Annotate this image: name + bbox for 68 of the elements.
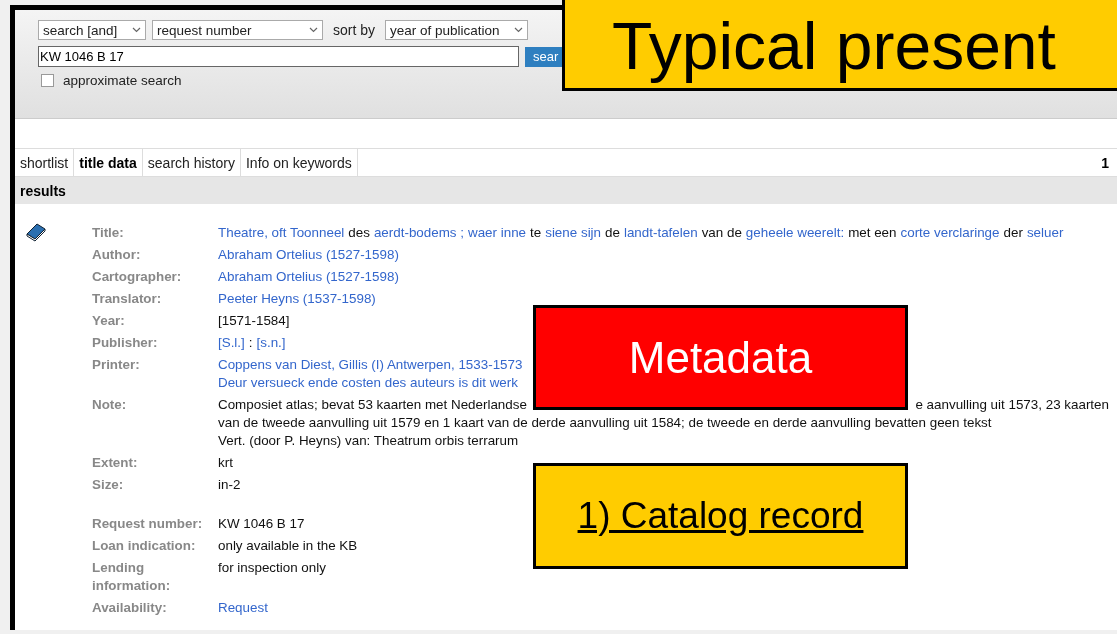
result-count: 1 — [1101, 153, 1110, 173]
approximate-checkbox[interactable] — [41, 74, 54, 87]
value-text: krt — [218, 454, 233, 472]
sort-label: sort by — [333, 22, 375, 38]
value-text: KW 1046 B 17 — [218, 515, 305, 533]
value-text: for inspection only — [218, 559, 326, 577]
field-label: Translator: — [92, 290, 163, 308]
value-link[interactable]: Abraham Ortelius (1527-1598) — [218, 246, 399, 264]
value-text: only available in the KB — [218, 537, 358, 555]
tab[interactable]: title data — [74, 149, 143, 176]
field-label: Request number: — [92, 515, 204, 533]
value-link[interactable]: [S.l.] — [218, 334, 245, 352]
value-text: : — [248, 334, 253, 352]
mode-select[interactable]: search [and] — [38, 20, 146, 40]
tab[interactable]: search history — [142, 149, 241, 176]
callout-box: Metadata — [533, 305, 908, 410]
field-label: Availability: — [92, 599, 168, 617]
value-link[interactable]: Coppens van Diest, Gillis (I) Antwerpen, 1533-1573 — [218, 356, 523, 374]
value-text: der — [1003, 224, 1023, 242]
value-link[interactable]: Abraham Ortelius (1527-1598) — [218, 268, 399, 286]
value-text: in-2 — [218, 476, 241, 494]
value-link[interactable]: landt-tafelen — [623, 224, 698, 242]
field-label: Size: — [92, 476, 125, 494]
results-header: results — [15, 177, 1117, 204]
field-label: Lending information: — [92, 559, 172, 595]
field-label: Cartographer: — [92, 268, 183, 286]
field-label: Extent: — [92, 454, 139, 472]
field-label: Year: — [92, 312, 126, 330]
value-link[interactable]: Request — [218, 599, 268, 617]
value-link[interactable]: geheele weerelt: — [745, 224, 845, 242]
value-link[interactable]: Peeter Heyns (1537-1598) — [218, 290, 376, 308]
value-link[interactable]: Deur versueck ende costen des auteurs is dit werk — [218, 374, 518, 392]
approximate-label: approximate search — [63, 73, 182, 88]
field-label: Title: — [92, 224, 125, 242]
value-link[interactable]: waer inne — [467, 224, 527, 242]
value-text: met een — [848, 224, 897, 242]
callout-box: 1) Catalog record — [533, 463, 908, 569]
book-icon — [25, 222, 47, 242]
value-text: e aanvulling uit 1573, 23 kaarten — [915, 396, 1109, 414]
value-link[interactable]: corte verclaringe — [900, 224, 1000, 242]
value-text: Composiet atlas; bevat 53 kaarten met Nederlandse — [218, 396, 527, 414]
value-text: van de tweede aanvulling uit 1579 en 1 kaart van de derde aanvulling uit 1584; de tweede en derde aanvulling bevatten geen tekst — [218, 414, 992, 432]
value-text: [1571-1584] — [218, 312, 290, 330]
tab[interactable]: shortlist — [15, 149, 75, 176]
value-text: te — [530, 224, 542, 242]
tab[interactable]: Info on keywords — [240, 149, 358, 176]
caret-icon — [514, 27, 523, 33]
field-label: Note: — [92, 396, 128, 414]
caret-icon — [132, 27, 141, 33]
field-label: Author: — [92, 246, 142, 264]
field-select[interactable]: request number — [152, 20, 323, 40]
value-text: de — [605, 224, 620, 242]
value-link[interactable]: siene sijn — [545, 224, 602, 242]
value-link[interactable]: Theatre, oft Toonneel — [218, 224, 345, 242]
field-label: Publisher: — [92, 334, 159, 352]
sort-select[interactable]: year of publication — [385, 20, 528, 40]
field-label: Printer: — [92, 356, 141, 374]
value-link[interactable]: seluer — [1026, 224, 1064, 242]
callout-box: Typical present — [562, 0, 1117, 91]
value-text: van de — [701, 224, 742, 242]
value-text: Vert. (door P. Heyns) van: Theatrum orbis terrarum — [218, 432, 519, 450]
value-link[interactable]: [s.n.] — [256, 334, 286, 352]
value-link[interactable]: aerdt-bodems ; — [373, 224, 464, 242]
caret-icon — [309, 27, 318, 33]
search-button[interactable]: sear — [525, 46, 563, 67]
search-field[interactable]: KW 1046 B 17 — [38, 46, 519, 67]
field-label: Loan indication: — [92, 537, 197, 555]
value-text: des — [348, 224, 370, 242]
